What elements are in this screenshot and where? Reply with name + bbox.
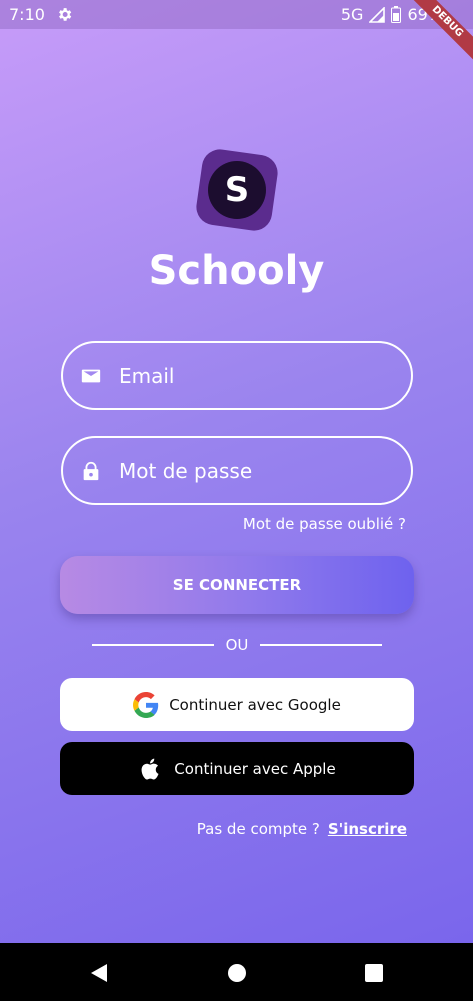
divider-line-left — [92, 644, 214, 646]
back-icon[interactable] — [89, 963, 109, 983]
app-logo: S — [194, 147, 280, 233]
mail-icon — [81, 369, 101, 383]
divider-text: OU — [225, 636, 249, 654]
apple-icon — [141, 758, 159, 780]
google-signin-button[interactable]: Continuer avec Google — [60, 678, 414, 731]
recents-icon[interactable] — [364, 963, 384, 983]
divider-line-right — [260, 644, 383, 646]
status-bar: 7:10 5G 69% DEBUG — [0, 0, 473, 71]
email-field[interactable] — [61, 341, 413, 410]
signal-icon — [369, 6, 386, 23]
apple-signin-button[interactable]: Continuer avec Apple — [60, 742, 414, 795]
signup-link[interactable]: S'inscrire — [328, 820, 407, 838]
forgot-password-link[interactable]: Mot de passe oublié ? — [243, 515, 406, 533]
login-button[interactable]: SE CONNECTER — [60, 556, 414, 614]
network-label: 5G — [340, 5, 364, 24]
google-icon — [133, 691, 159, 718]
home-icon[interactable] — [227, 963, 247, 983]
password-input[interactable] — [119, 438, 399, 503]
apple-button-label: Continuer avec Apple — [174, 759, 336, 778]
lock-icon — [83, 461, 99, 481]
gear-icon — [59, 8, 72, 21]
signup-prompt: Pas de compte ? — [196, 820, 320, 838]
navigation-bar — [0, 943, 473, 1001]
logo-letter: S — [208, 161, 266, 219]
google-button-label: Continuer avec Google — [169, 695, 341, 714]
status-time: 7:10 — [9, 5, 45, 24]
signup-row: Pas de compte ? S'inscrire — [197, 820, 407, 838]
battery-icon — [391, 6, 402, 23]
login-screen: 7:10 5G 69% DEBUG S Schooly Email Mot de… — [0, 0, 473, 943]
or-divider: OU — [92, 634, 383, 656]
email-input[interactable] — [119, 343, 399, 408]
password-field[interactable] — [61, 436, 413, 505]
app-title: Schooly — [148, 248, 325, 294]
